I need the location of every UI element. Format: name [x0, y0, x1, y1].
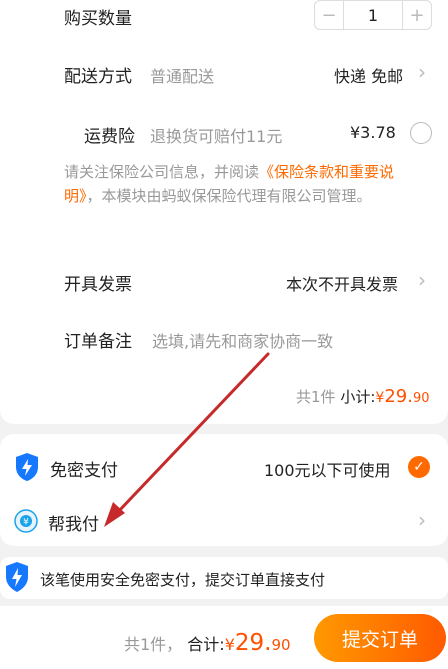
payment-tip-text: 该笔使用安全免密支付，提交订单直接支付 [40, 571, 326, 589]
shield-lightning-icon [6, 562, 28, 592]
remark-label: 订单备注 [64, 332, 132, 352]
invoice-value: 本次不开具发票 [286, 275, 399, 294]
insurance-label: 运费险 [84, 127, 135, 147]
total-summary: 共1件， 合计:¥29.90 [124, 630, 291, 656]
chevron-right-icon: › [418, 60, 426, 84]
chevron-right-icon: › [418, 508, 426, 532]
insurance-radio[interactable] [410, 122, 432, 144]
delivery-method: 普通配送 [150, 67, 215, 86]
helper-label: 帮我付 [48, 515, 99, 535]
submit-order-button[interactable]: 提交订单 [314, 614, 446, 662]
checkmark-icon[interactable]: ✓ [408, 456, 430, 478]
help-pay-icon: ¥ [14, 509, 38, 533]
subtotal: 共1件 小计:¥29.90 [296, 386, 430, 407]
insurance-price: ¥3.78 [350, 123, 396, 142]
nopwd-label: 免密支付 [50, 461, 118, 481]
remark-input[interactable]: 选填,请先和商家协商一致 [152, 328, 333, 352]
delivery-value: 快递 免邮 [334, 67, 404, 86]
shield-lightning-icon [16, 453, 38, 481]
quantity-label: 购买数量 [64, 9, 132, 29]
quantity-value[interactable]: 1 [343, 1, 403, 29]
quantity-stepper[interactable]: − 1 + [314, 0, 432, 30]
chevron-right-icon: › [418, 268, 426, 292]
svg-text:¥: ¥ [23, 518, 29, 528]
insurance-desc: 退换货可赔付11元 [150, 127, 283, 146]
increment-button[interactable]: + [403, 1, 431, 29]
decrement-button[interactable]: − [315, 1, 343, 29]
nopwd-limit: 100元以下可使用 [264, 461, 391, 480]
insurance-notice: 请关注保险公司信息，并阅读《保险条款和重要说明》，本模块由蚂蚁保保险代理有限公司… [64, 163, 395, 205]
invoice-label: 开具发票 [64, 275, 132, 295]
delivery-label: 配送方式 [64, 67, 132, 87]
